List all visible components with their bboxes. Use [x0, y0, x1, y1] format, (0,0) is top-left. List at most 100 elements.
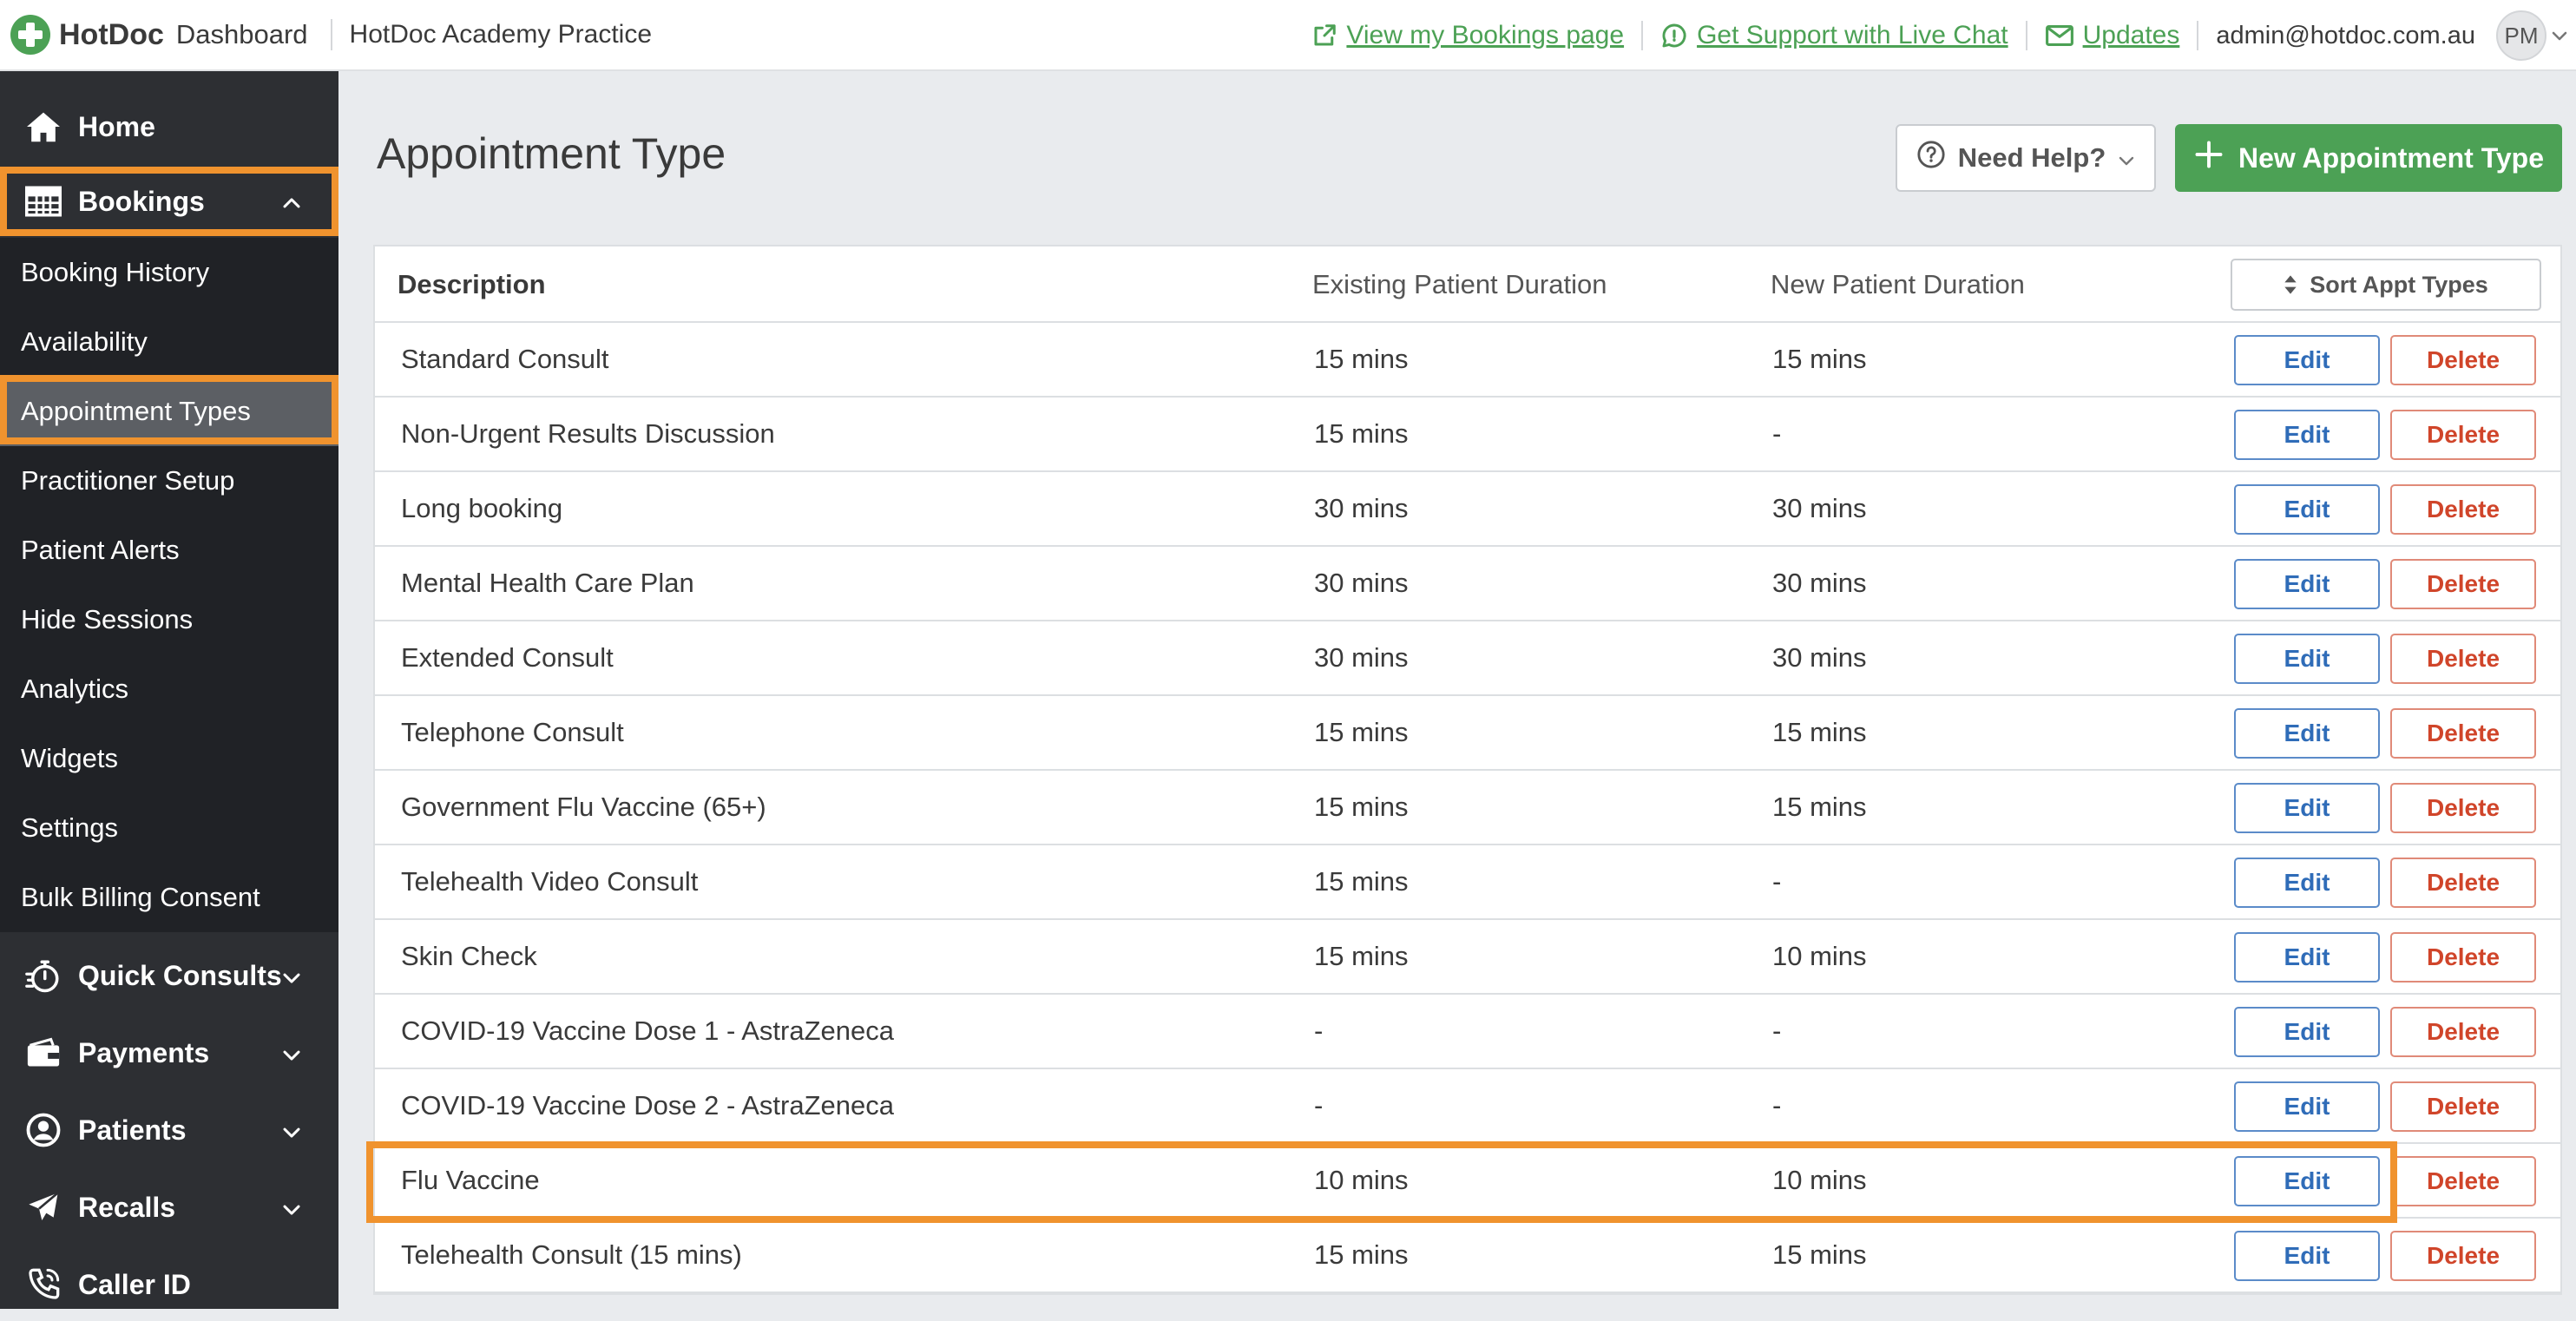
avatar-initials: PM	[2504, 22, 2539, 49]
sidebar-item-appointment-types[interactable]: Appointment Types	[0, 377, 338, 446]
table-row: Extended Consult 30 mins 30 mins Edit Delete	[375, 621, 2560, 696]
sidebar-item-availability[interactable]: Availability	[0, 307, 338, 377]
bookings-submenu: Booking History Availability Appointment…	[0, 238, 338, 932]
sidebar-item-label: Availability	[21, 326, 148, 357]
edit-button[interactable]: Edit	[2234, 634, 2380, 684]
edit-button[interactable]: Edit	[2234, 484, 2380, 535]
sidebar-item-practitioner-setup[interactable]: Practitioner Setup	[0, 446, 338, 516]
sidebar-item-analytics[interactable]: Analytics	[0, 654, 338, 724]
delete-button[interactable]: Delete	[2390, 335, 2536, 385]
edit-button[interactable]: Edit	[2234, 858, 2380, 908]
table-row: Long booking 30 mins 30 mins Edit Delete	[375, 472, 2560, 547]
chevron-up-icon	[281, 186, 302, 218]
sidebar-item-label: Caller ID	[78, 1268, 191, 1300]
delete-button[interactable]: Delete	[2390, 1231, 2536, 1281]
user-circle-icon	[21, 1112, 66, 1148]
sidebar-item-label: Patient Alerts	[21, 535, 180, 565]
sidebar: Home Bookings Booking History Availabili…	[0, 71, 338, 1309]
sidebar-item-home[interactable]: Home	[0, 90, 338, 163]
user-avatar[interactable]: PM	[2496, 10, 2546, 61]
delete-button[interactable]: Delete	[2390, 634, 2536, 684]
divider	[1641, 21, 1644, 50]
column-header-description[interactable]: Description	[398, 246, 546, 323]
table-row: Mental Health Care Plan 30 mins 30 mins Edi…	[375, 547, 2560, 621]
chevron-down-icon	[2118, 142, 2135, 174]
edit-button[interactable]: Edit	[2234, 708, 2380, 759]
sidebar-item-bulk-billing-consent[interactable]: Bulk Billing Consent	[0, 863, 338, 932]
sidebar-item-patients[interactable]: Patients	[0, 1094, 338, 1167]
delete-button[interactable]: Delete	[2390, 1156, 2536, 1206]
question-circle-icon	[1916, 140, 1946, 176]
sidebar-item-booking-history[interactable]: Booking History	[0, 238, 338, 307]
sort-appt-types-button[interactable]: Sort Appt Types	[2231, 259, 2541, 311]
new-appointment-type-button[interactable]: New Appointment Type	[2175, 124, 2562, 192]
edit-button[interactable]: Edit	[2234, 783, 2380, 833]
row-existing-duration: 15 mins	[1314, 941, 1409, 971]
sidebar-item-payments[interactable]: Payments	[0, 1016, 338, 1089]
stopwatch-icon	[21, 957, 66, 994]
column-header-new-duration[interactable]: New Patient Duration	[1771, 246, 2025, 323]
sidebar-item-label: Analytics	[21, 674, 129, 704]
edit-button[interactable]: Edit	[2234, 1081, 2380, 1132]
sidebar-item-bookings[interactable]: Bookings	[0, 165, 338, 238]
edit-button[interactable]: Edit	[2234, 559, 2380, 609]
edit-button[interactable]: Edit	[2234, 1156, 2380, 1206]
sidebar-item-hide-sessions[interactable]: Hide Sessions	[0, 585, 338, 654]
chevron-down-icon[interactable]	[2546, 30, 2573, 42]
sidebar-item-label: Widgets	[21, 743, 118, 773]
delete-button[interactable]: Delete	[2390, 858, 2536, 908]
practice-name[interactable]: HotDoc Academy Practice	[350, 20, 652, 49]
row-existing-duration: 30 mins	[1314, 568, 1409, 598]
sidebar-item-label: Home	[78, 110, 155, 142]
table-row: Standard Consult 15 mins 15 mins Edit Delete	[375, 323, 2560, 398]
paper-plane-icon	[21, 1190, 66, 1225]
external-link-icon	[1314, 24, 1337, 46]
row-description: Telehealth Video Consult	[401, 866, 699, 897]
delete-button[interactable]: Delete	[2390, 1081, 2536, 1132]
view-bookings-link[interactable]: View my Bookings page	[1311, 21, 1624, 50]
edit-button[interactable]: Edit	[2234, 1231, 2380, 1281]
need-help-button[interactable]: Need Help?	[1896, 124, 2156, 192]
sidebar-item-patient-alerts[interactable]: Patient Alerts	[0, 516, 338, 585]
delete-button[interactable]: Delete	[2390, 708, 2536, 759]
user-email[interactable]: admin@hotdoc.com.au	[2216, 22, 2475, 50]
sidebar-item-recalls[interactable]: Recalls	[0, 1171, 338, 1244]
sort-icon	[2284, 275, 2297, 294]
column-header-existing-duration[interactable]: Existing Patient Duration	[1312, 246, 1607, 323]
table-row: Telehealth Consult (15 mins) 15 mins 15 mi…	[375, 1219, 2560, 1293]
delete-button[interactable]: Delete	[2390, 410, 2536, 460]
new-appointment-type-label: New Appointment Type	[2238, 141, 2544, 174]
sidebar-item-caller-id[interactable]: Caller ID	[0, 1248, 338, 1321]
row-existing-duration: 30 mins	[1314, 493, 1409, 523]
edit-button[interactable]: Edit	[2234, 335, 2380, 385]
row-new-duration: -	[1772, 1015, 1782, 1046]
row-existing-duration: 15 mins	[1314, 866, 1409, 897]
home-icon	[21, 110, 66, 143]
hotdoc-logo[interactable]: HotDoc Dashboard	[10, 15, 308, 55]
edit-button[interactable]: Edit	[2234, 410, 2380, 460]
delete-button[interactable]: Delete	[2390, 932, 2536, 983]
sidebar-item-quick-consults[interactable]: Quick Consults	[0, 939, 338, 1012]
delete-button[interactable]: Delete	[2390, 559, 2536, 609]
row-new-duration: -	[1772, 1090, 1782, 1121]
delete-button[interactable]: Delete	[2390, 783, 2536, 833]
sidebar-item-settings[interactable]: Settings	[0, 793, 338, 863]
delete-button[interactable]: Delete	[2390, 484, 2536, 535]
sidebar-item-widgets[interactable]: Widgets	[0, 724, 338, 793]
updates-label: Updates	[2082, 21, 2180, 49]
live-chat-link[interactable]: Get Support with Live Chat	[1660, 21, 2008, 50]
divider	[2025, 21, 2027, 50]
sidebar-item-label: Settings	[21, 812, 119, 843]
view-bookings-label: View my Bookings page	[1346, 21, 1625, 49]
edit-button[interactable]: Edit	[2234, 932, 2380, 983]
row-existing-duration: -	[1314, 1090, 1324, 1121]
edit-button[interactable]: Edit	[2234, 1007, 2380, 1057]
row-existing-duration: 15 mins	[1314, 344, 1409, 374]
sidebar-item-label: Booking History	[21, 257, 210, 287]
dashboard-label: Dashboard	[175, 19, 308, 49]
calendar-grid-icon	[21, 186, 66, 217]
updates-link[interactable]: Updates	[2045, 21, 2180, 50]
delete-button[interactable]: Delete	[2390, 1007, 2536, 1057]
chevron-down-icon	[281, 1114, 302, 1147]
row-new-duration: 15 mins	[1772, 344, 1867, 374]
